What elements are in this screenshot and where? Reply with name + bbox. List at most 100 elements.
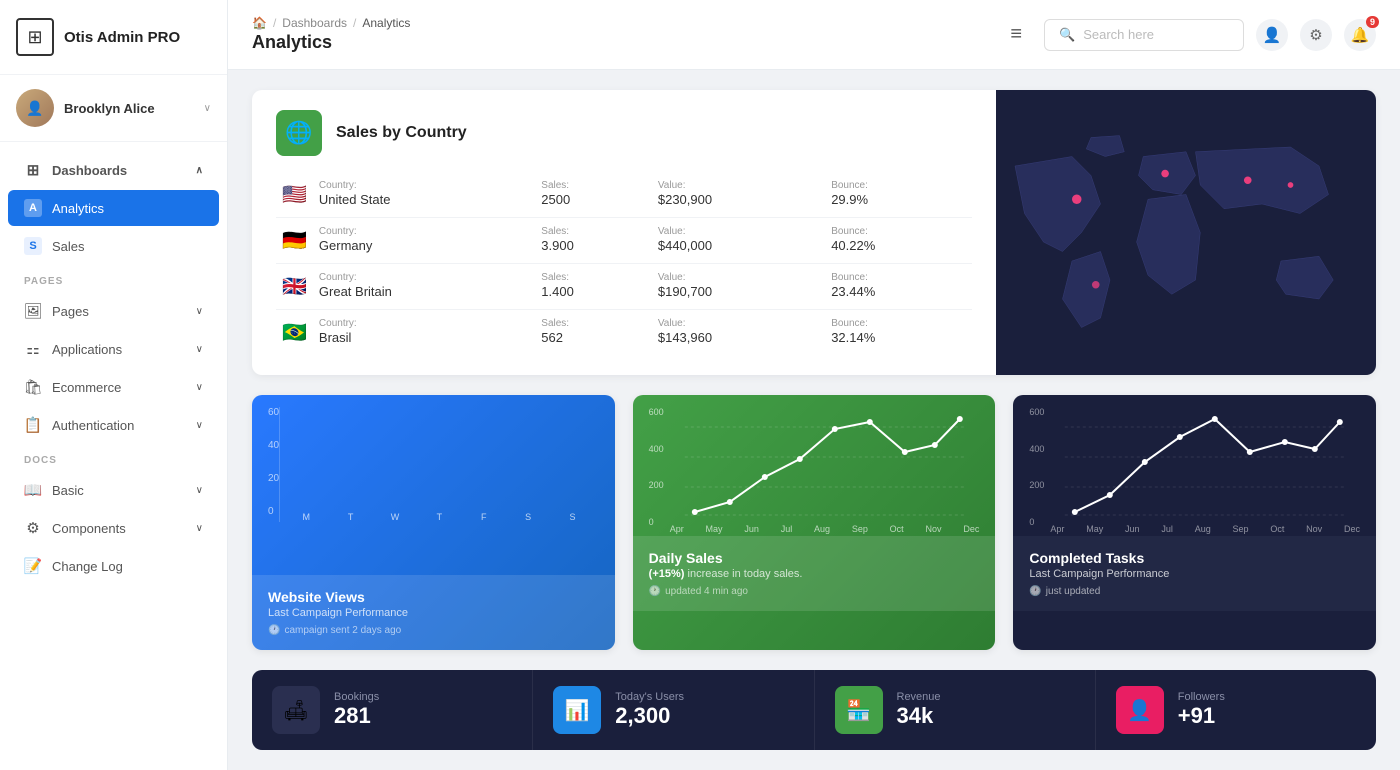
bounce-cell: Bounce: 32.14% [825,310,972,356]
components-icon: ⚙ [24,519,42,537]
website-views-time: 🕐 campaign sent 2 days ago [268,625,599,636]
breadcrumb-dashboards: Dashboards [282,16,347,30]
logo-icon: ⊞ [16,18,54,56]
authentication-icon: 📋 [24,416,42,434]
card-header: 🌐 Sales by Country [276,110,972,156]
sidebar-item-applications[interactable]: ⚏ Applications ∨ [8,331,219,367]
analytics-letter-icon: A [24,199,42,217]
website-views-title: Website Views [268,589,599,605]
changelog-label: Change Log [52,559,203,574]
daily-sales-svg [670,407,980,517]
revenue-label: Revenue [897,691,941,703]
completed-tasks-title: Completed Tasks [1029,550,1360,566]
completed-tasks-card: 600 400 200 0 [1013,395,1376,650]
value-cell: Value: $440,000 [652,218,825,264]
users-value: 2,300 [615,703,684,729]
followers-label: Followers [1178,691,1225,703]
authentication-label: Authentication [52,418,186,433]
basic-label: Basic [52,483,186,498]
bookings-data: Bookings 281 [334,691,379,729]
completed-tasks-info: Completed Tasks Last Campaign Performanc… [1013,536,1376,611]
breadcrumb: 🏠 / Dashboards / Analytics [252,16,988,30]
notifications-button[interactable]: 🔔 9 [1344,19,1376,51]
sidebar-item-components[interactable]: ⚙ Components ∨ [8,510,219,546]
country-table: 🇺🇸 Country: United State Sales: 2500 Val… [276,172,972,355]
users-data: Today's Users 2,300 [615,691,684,729]
sidebar-logo: ⊞ Otis Admin PRO [0,0,227,75]
table-row: 🇬🇧 Country: Great Britain Sales: 1.400 V… [276,264,972,310]
components-arrow-icon: ∨ [196,523,203,534]
website-views-info: Website Views Last Campaign Performance … [252,575,615,650]
website-views-chart: 60 40 20 0 M T [252,395,615,575]
country-cell: Country: United State [313,172,535,218]
sidebar-item-basic[interactable]: 📖 Basic ∨ [8,472,219,508]
stat-revenue: 🏪 Revenue 34k [815,670,1096,750]
clock-icon-3: 🕐 [1029,586,1041,597]
country-cell: Country: Germany [313,218,535,264]
app-name: Otis Admin PRO [64,29,180,46]
sales-card-title: Sales by Country [336,124,467,142]
header-right: 🔍 Search here 👤 ⚙ 🔔 9 [1044,19,1376,51]
bounce-cell: Bounce: 29.9% [825,172,972,218]
sidebar-item-changelog[interactable]: 📝 Change Log [8,548,219,584]
sidebar-user[interactable]: 👤 Brooklyn Alice ∨ [0,75,227,142]
dashboards-arrow-icon: ∧ [196,165,203,176]
followers-value: +91 [1178,703,1225,729]
bookings-icon: 🛋 [272,686,320,734]
country-cell: Country: Great Britain [313,264,535,310]
sales-label: Sales [52,239,203,254]
sidebar-item-dashboards[interactable]: ⊞ Dashboards ∧ [8,152,219,188]
hamburger-button[interactable]: ≡ [1004,17,1028,52]
basic-arrow-icon: ∨ [196,485,203,496]
header: 🏠 / Dashboards / Analytics Analytics ≡ 🔍… [228,0,1400,70]
applications-icon: ⚏ [24,340,42,358]
sidebar-item-sales[interactable]: S Sales [8,228,219,264]
daily-sales-chart: 600 400 200 0 [633,395,996,536]
sidebar-item-analytics[interactable]: A Analytics [8,190,219,226]
content-area: 🌐 Sales by Country 🇺🇸 Country: United St… [228,70,1400,770]
pages-icon: 🖼 [24,302,42,320]
settings-button[interactable]: ⚙ [1300,19,1332,51]
bookings-value: 281 [334,703,379,729]
map-svg [996,90,1376,375]
applications-label: Applications [52,342,186,357]
value-cell: Value: $230,900 [652,172,825,218]
table-row: 🇺🇸 Country: United State Sales: 2500 Val… [276,172,972,218]
stat-bookings: 🛋 Bookings 281 [252,670,533,750]
search-box[interactable]: 🔍 Search here [1044,19,1244,51]
world-map [996,90,1376,375]
table-row: 🇧🇷 Country: Brasil Sales: 562 Value: $14… [276,310,972,356]
completed-tasks-chart: 600 400 200 0 [1013,395,1376,536]
website-views-card: 60 40 20 0 M T [252,395,615,650]
bookings-label: Bookings [334,691,379,703]
revenue-value: 34k [897,703,941,729]
daily-sales-time: 🕐 updated 4 min ago [649,586,980,597]
sidebar-item-pages[interactable]: 🖼 Pages ∨ [8,293,219,329]
sales-cell: Sales: 1.400 [535,264,652,310]
avatar: 👤 [16,89,54,127]
user-profile-button[interactable]: 👤 [1256,19,1288,51]
sidebar-item-ecommerce[interactable]: 🛍 Ecommerce ∨ [8,369,219,405]
user-chevron-icon: ∨ [204,103,211,114]
applications-arrow-icon: ∨ [196,344,203,355]
users-label: Today's Users [615,691,684,703]
sales-letter-icon: S [24,237,42,255]
followers-icon: 👤 [1116,686,1164,734]
user-name: Brooklyn Alice [64,101,194,116]
flag-cell: 🇧🇷 [276,310,313,356]
daily-sales-card: 600 400 200 0 [633,395,996,650]
main-area: 🏠 / Dashboards / Analytics Analytics ≡ 🔍… [228,0,1400,770]
users-icon: 📊 [553,686,601,734]
sidebar-item-authentication[interactable]: 📋 Authentication ∨ [8,407,219,443]
completed-tasks-subtitle: Last Campaign Performance [1029,568,1360,580]
page-title: Analytics [252,32,988,53]
sales-cell: Sales: 2500 [535,172,652,218]
website-views-subtitle: Last Campaign Performance [268,607,599,619]
sidebar: ⊞ Otis Admin PRO 👤 Brooklyn Alice ∨ ⊞ Da… [0,0,228,770]
sales-cell: Sales: 3.900 [535,218,652,264]
followers-data: Followers +91 [1178,691,1225,729]
sales-globe-icon: 🌐 [276,110,322,156]
search-input[interactable]: Search here [1083,27,1154,42]
clock-icon-2: 🕐 [649,586,661,597]
header-left: 🏠 / Dashboards / Analytics Analytics [252,16,988,53]
